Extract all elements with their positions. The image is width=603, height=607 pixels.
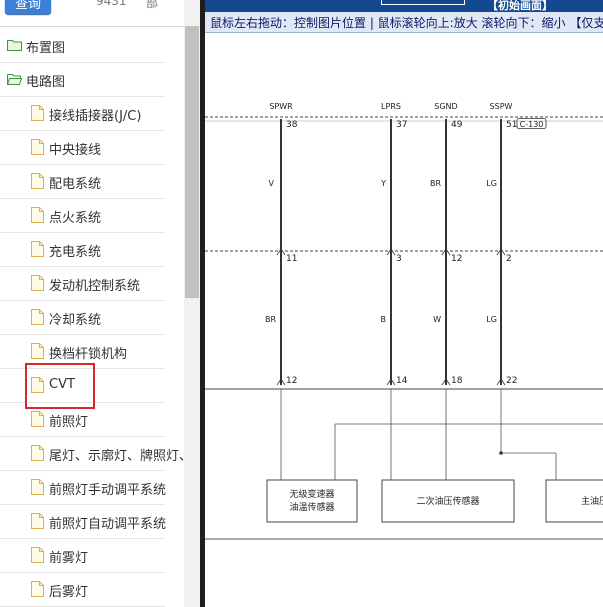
header-tab[interactable] (381, 0, 465, 5)
pin-number: 51 (506, 120, 517, 130)
tree-item[interactable]: 后雾灯 (0, 572, 165, 607)
signal-label: SGND (434, 102, 457, 111)
document-icon (31, 411, 44, 427)
document-icon (31, 343, 44, 359)
document-icon (31, 547, 44, 563)
tree-item-label: 中央接线 (49, 143, 102, 158)
tree-item[interactable]: 点火系统 (0, 198, 165, 233)
tree-item[interactable]: 前雾灯 (0, 538, 165, 573)
component-label: 二次油压传感器 (416, 495, 479, 507)
tree-item[interactable]: 接线插接器(J/C) (0, 96, 165, 131)
component-label: 主油压 (581, 495, 603, 507)
pin-number: 3 (396, 254, 402, 264)
wire-color: LG (486, 179, 497, 188)
tree-item-label: 前照灯手动调平系统 (49, 483, 167, 498)
tree-folder-label: 布置图 (26, 41, 66, 56)
tree-item-label: 冷却系统 (49, 313, 102, 328)
pin-number: 38 (286, 120, 298, 130)
wire-color: W (433, 315, 441, 324)
pin-number: 49 (451, 120, 463, 130)
selection-highlight (25, 363, 95, 409)
hint-bar: 鼠标左右拖动：控制图片位置 | 鼠标滚轮向上:放大 滚轮向下：缩小 【仅支 (205, 12, 603, 33)
wire-color: BR (430, 179, 441, 188)
tree-item-label: 前照灯 (49, 415, 89, 430)
signal-label: SSPW (490, 102, 513, 111)
tree-item-label: 点火系统 (49, 211, 102, 226)
wire-color: B (381, 315, 387, 324)
tree-item-label: 换档杆锁机构 (49, 347, 128, 362)
wire-color: V (269, 179, 275, 188)
tree-item[interactable]: 前照灯自动调平系统 (0, 504, 167, 539)
splice-dot (499, 451, 503, 455)
signal-label: SPWR (269, 102, 293, 111)
component-label: 油温传感器 (289, 501, 334, 513)
pin-number: 2 (506, 254, 512, 264)
diagram-viewer: 【初始画面】 鼠标左右拖动：控制图片位置 | 鼠标滚轮向上:放大 滚轮向下：缩小… (205, 0, 603, 607)
tree-item-label: 接线插接器(J/C) (49, 109, 142, 124)
component-label: 无级变速器 (289, 488, 334, 500)
wire-color: BR (265, 315, 276, 324)
code-field[interactable]: 9431 (96, 0, 127, 8)
tree-item-label: 充电系统 (49, 245, 102, 260)
tree-item-label: 前照灯自动调平系统 (49, 517, 167, 532)
scrollbar-thumb[interactable] (185, 26, 199, 298)
tree-panel: 查询 9431 部 布置图 电路图 接线插接器(J/C) 中央接线配电系统点火系统… (0, 0, 200, 607)
tree-item[interactable]: 发动机控制系统 (0, 266, 165, 301)
document-icon (31, 173, 44, 189)
part-label: 部 (146, 0, 159, 10)
document-icon (31, 309, 44, 325)
document-icon (31, 479, 44, 495)
tree-item[interactable]: 冷却系统 (0, 300, 165, 335)
cvt-temp-sensor[interactable] (266, 479, 358, 523)
document-icon (31, 445, 44, 461)
document-icon (31, 275, 44, 291)
pin-number: 37 (396, 120, 407, 130)
pin-number: 14 (396, 376, 408, 386)
tree-item-label: 后雾灯 (49, 585, 89, 600)
tree-item[interactable]: 充电系统 (0, 232, 165, 267)
folder-icon (7, 40, 22, 51)
document-icon (31, 105, 44, 121)
tree-folder-layout[interactable]: 布置图 (0, 28, 165, 63)
tree-item-label: 发动机控制系统 (49, 279, 141, 294)
document-icon (31, 139, 44, 155)
search-bar: 查询 9431 部 (0, 0, 184, 27)
tree-item[interactable]: 配电系统 (0, 164, 165, 199)
connector-tag: C-130 (520, 120, 544, 129)
tree-item-label: 前雾灯 (49, 551, 89, 566)
wire-color: LG (486, 315, 497, 324)
wire-color: Y (380, 179, 386, 188)
pin-number: 12 (451, 254, 462, 264)
tree-item[interactable]: 中央接线 (0, 130, 165, 165)
pin-number: 22 (506, 376, 517, 386)
tree-item[interactable]: 前照灯手动调平系统 (0, 470, 167, 505)
pin-number: 11 (286, 254, 297, 264)
query-button[interactable]: 查询 (5, 0, 51, 14)
signal-label: LPRS (381, 102, 401, 111)
pin-number: 12 (286, 376, 297, 386)
tree-folder-label: 电路图 (26, 75, 66, 90)
pin-number: 18 (451, 376, 463, 386)
folder-open-icon (7, 74, 22, 85)
viewer-header: 【初始画面】 (205, 0, 603, 12)
tree-item[interactable]: 尾灯、示廓灯、牌照灯、 (0, 436, 192, 471)
hint-text: 鼠标左右拖动：控制图片位置 | 鼠标滚轮向上:放大 滚轮向下：缩小 【仅支 (210, 16, 603, 30)
circuit-diagram[interactable]: SPWR LPRS SGND SSPW 38 37 49 51 C-130 V … (205, 33, 603, 607)
tree-item-label: 配电系统 (49, 177, 102, 192)
tree-folder-circuit[interactable]: 电路图 (0, 62, 165, 97)
document-icon (31, 513, 44, 529)
document-icon (31, 581, 44, 597)
document-icon (31, 241, 44, 257)
document-icon (31, 207, 44, 223)
tree-item-label: 尾灯、示廓灯、牌照灯、 (49, 449, 193, 464)
